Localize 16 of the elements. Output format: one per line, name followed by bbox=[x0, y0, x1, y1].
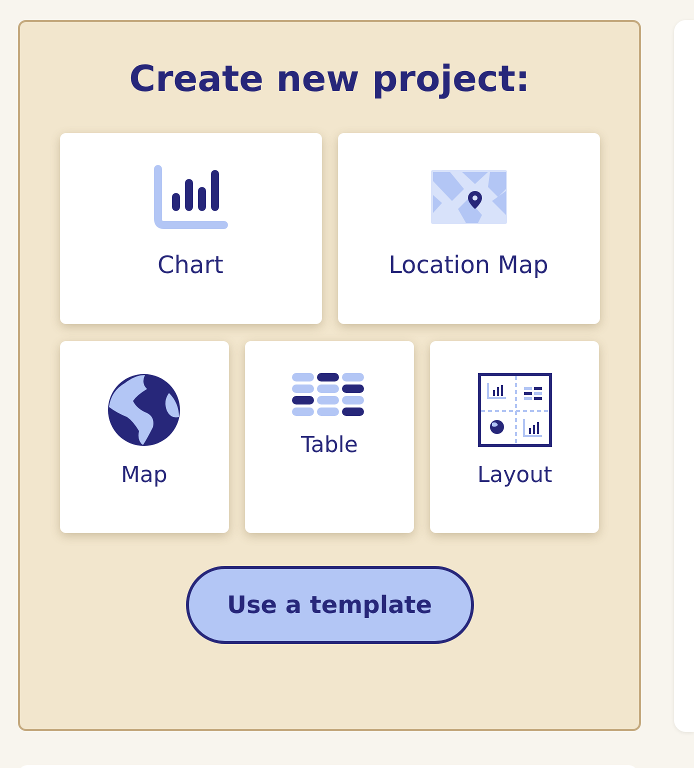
project-type-tile[interactable]: Location Map bbox=[338, 133, 600, 324]
layout-grid-icon bbox=[478, 373, 552, 447]
project-type-tile[interactable]: Chart bbox=[60, 133, 322, 324]
panel-title: Create new project: bbox=[129, 58, 530, 102]
globe-icon bbox=[107, 373, 182, 447]
tile-label: Location Map bbox=[388, 251, 548, 279]
tile-label: Layout bbox=[477, 463, 552, 488]
tile-label: Chart bbox=[158, 251, 224, 279]
use-template-button[interactable]: Use a template bbox=[186, 566, 474, 644]
tile-label: Map bbox=[120, 463, 168, 488]
tile-label: Table bbox=[301, 433, 358, 458]
project-type-tile[interactable]: Map bbox=[60, 341, 229, 533]
bar-chart-icon bbox=[154, 165, 228, 229]
project-type-tile[interactable]: Table bbox=[244, 341, 414, 533]
table-icon bbox=[292, 373, 366, 417]
project-type-tile[interactable]: Layout bbox=[430, 341, 600, 533]
